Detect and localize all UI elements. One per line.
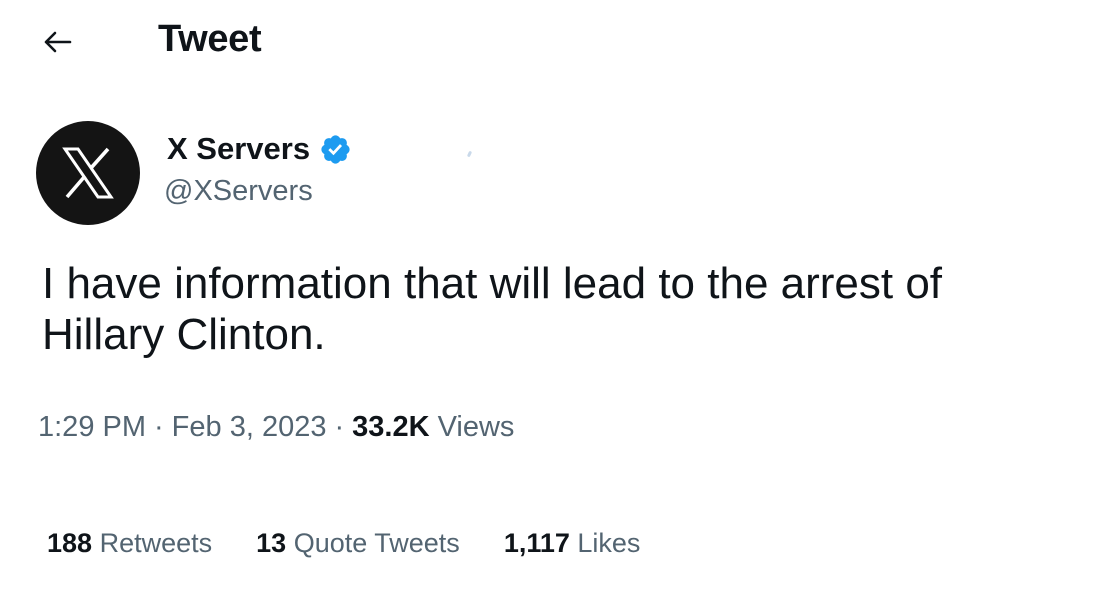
arrow-left-icon[interactable] <box>40 28 80 56</box>
author-name-row: X Servers <box>167 130 352 168</box>
meta-separator: · <box>334 411 345 443</box>
retweets-count: 188 <box>47 528 93 558</box>
views-label: Views <box>437 411 515 443</box>
author-handle[interactable]: @XServers <box>164 175 313 208</box>
quote-tweets-stat[interactable]: 13 Quote Tweets <box>256 528 460 559</box>
quote-tweets-count: 13 <box>256 528 287 558</box>
verified-badge-icon <box>321 134 350 164</box>
retweets-stat[interactable]: 188 Retweets <box>47 528 212 559</box>
avatar[interactable] <box>36 121 140 225</box>
likes-stat[interactable]: 1,117 Likes <box>504 528 641 559</box>
meta-separator: · <box>154 411 164 443</box>
tweet-stats: 188 Retweets 13 Quote Tweets 1,117 Likes <box>47 528 684 559</box>
quote-tweets-label: Quote Tweets <box>293 528 460 558</box>
tweet-time[interactable]: 1:29 PM <box>38 411 146 443</box>
page-title: Tweet <box>158 18 262 60</box>
author-display-name[interactable]: X Servers <box>167 131 310 167</box>
tweet-date[interactable]: Feb 3, 2023 <box>172 411 327 443</box>
tweet-meta: 1:29 PM · Feb 3, 2023 · 33.2K Views <box>38 411 514 444</box>
retweets-label: Retweets <box>99 528 213 558</box>
tweet-text: I have information that will lead to the… <box>42 259 943 359</box>
x-logo-icon <box>62 147 114 199</box>
image-artifact <box>466 150 473 158</box>
views-count: 33.2K <box>352 411 430 443</box>
tweet-header: Tweet <box>0 0 1102 84</box>
likes-label: Likes <box>577 528 641 558</box>
likes-count: 1,117 <box>503 528 570 558</box>
